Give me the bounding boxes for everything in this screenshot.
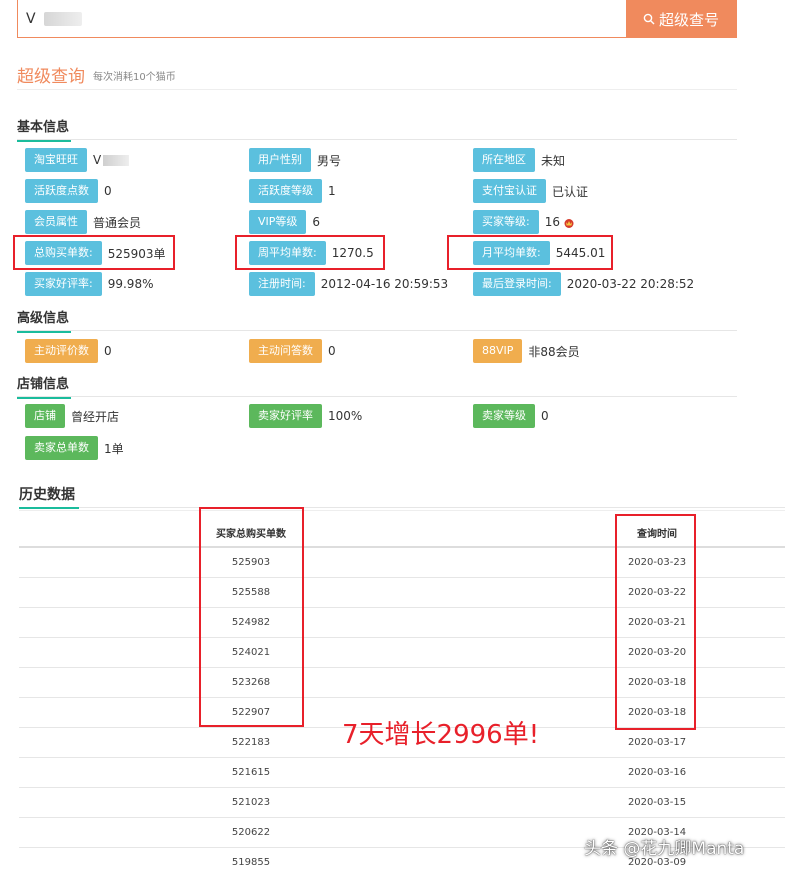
field-value: 未知 [541, 153, 566, 168]
field-value: 已认证 [552, 184, 589, 199]
cell-time: 2020-03-17 [627, 737, 687, 748]
field-value: 6 [312, 215, 321, 229]
field-label: 买家等级: [473, 210, 539, 234]
search-bar: 超级查号 [17, 0, 737, 38]
field-label: 活跃度等级 [249, 179, 322, 203]
field-value: V [93, 153, 130, 167]
section-title-history: 历史数据 [19, 485, 79, 509]
page-title: 超级查询 [17, 67, 85, 87]
field-value: 2012-04-16 20:59:53 [320, 277, 449, 291]
field-value: 曾经开店 [71, 409, 120, 424]
field-value: 99.98% [107, 277, 154, 291]
field-label: 注册时间: [249, 272, 315, 296]
page-subtitle: 每次消耗10个猫币 [93, 72, 176, 83]
highlight-monthly-avg [447, 235, 613, 270]
field-value: 1 [328, 184, 336, 198]
field-activity-points: 活跃度点数 0 [25, 179, 112, 203]
field-seller-level: 卖家等级 0 [473, 404, 549, 428]
section-title-basic: 基本信息 [17, 118, 72, 142]
search-icon [643, 13, 655, 25]
field-label: 店铺 [25, 404, 65, 428]
field-seller-total: 卖家总单数 1单 [25, 436, 124, 460]
growth-annotation: 7天增长2996单! [342, 720, 540, 750]
blurred-username [44, 12, 82, 26]
field-vip: VIP等级 6 [249, 210, 320, 234]
crown-icon [564, 218, 574, 228]
search-input[interactable] [26, 6, 606, 32]
section-advanced-info: 高级信息 [17, 307, 737, 333]
field-last-login: 最后登录时间: 2020-03-22 20:28:52 [473, 272, 694, 296]
field-value: 0 [328, 344, 336, 358]
field-label: 卖家等级 [473, 404, 535, 428]
page-header: 超级查询 每次消耗10个猫币 [17, 60, 737, 90]
field-88vip: 88VIP 非88会员 [473, 339, 580, 363]
field-label: 支付宝认证 [473, 179, 546, 203]
field-member: 会员属性 普通会员 [25, 210, 141, 234]
field-shop: 店铺 曾经开店 [25, 404, 119, 428]
field-value: 0 [104, 344, 112, 358]
watermark: 头条 @花九卿Manta [584, 839, 745, 859]
field-label: VIP等级 [249, 210, 307, 234]
blurred-value [103, 155, 130, 166]
field-label: 卖家好评率 [249, 404, 322, 428]
field-value: 男号 [317, 153, 342, 168]
cell-time: 2020-03-15 [627, 797, 687, 808]
field-active-qa: 主动问答数 0 [249, 339, 336, 363]
search-button-label: 超级查号 [658, 10, 719, 29]
table-row: 521023 2020-03-15 [19, 788, 785, 818]
field-label: 活跃度点数 [25, 179, 98, 203]
section-history: 历史数据 [19, 484, 785, 509]
field-taobao-id: 淘宝旺旺 V [25, 148, 130, 172]
cell-orders: 519855 [231, 857, 271, 868]
field-value: 0 [104, 184, 112, 198]
highlight-orders-column [199, 507, 304, 727]
field-label: 最后登录时间: [473, 272, 561, 296]
field-gender: 用户性别 男号 [249, 148, 341, 172]
table-row: 521615 2020-03-16 [19, 758, 785, 788]
field-value: 1单 [104, 441, 124, 456]
field-buyer-level: 买家等级: 16 [473, 210, 575, 234]
cell-orders: 521023 [231, 797, 271, 808]
field-good-rate: 买家好评率: 99.98% [25, 272, 153, 296]
field-alipay: 支付宝认证 已认证 [473, 179, 588, 203]
highlight-time-column [615, 514, 696, 730]
cell-orders: 521615 [231, 767, 271, 778]
field-label: 会员属性 [25, 210, 87, 234]
cell-orders: 520622 [231, 827, 271, 838]
field-value: 普通会员 [93, 215, 142, 230]
section-basic-info: 基本信息 [17, 116, 737, 142]
field-seller-rate: 卖家好评率 100% [249, 404, 362, 428]
field-activity-level: 活跃度等级 1 [249, 179, 336, 203]
field-label: 主动评价数 [25, 339, 98, 363]
field-value: 16 [545, 215, 575, 229]
field-label: 淘宝旺旺 [25, 148, 87, 172]
section-shop-info: 店铺信息 [17, 373, 737, 399]
field-label: 卖家总单数 [25, 436, 98, 460]
field-label: 88VIP [473, 339, 523, 363]
field-label: 买家好评率: [25, 272, 102, 296]
field-label: 所在地区 [473, 148, 535, 172]
field-register-time: 注册时间: 2012-04-16 20:59:53 [249, 272, 448, 296]
cell-time: 2020-03-16 [627, 767, 687, 778]
cell-orders: 522183 [231, 737, 271, 748]
field-region: 所在地区 未知 [473, 148, 565, 172]
highlight-weekly-avg [235, 235, 385, 270]
field-value: 2020-03-22 20:28:52 [566, 277, 695, 291]
section-title-advanced: 高级信息 [17, 309, 72, 333]
section-title-shop: 店铺信息 [17, 375, 72, 399]
super-search-button[interactable]: 超级查号 [626, 0, 736, 38]
field-label: 用户性别 [249, 148, 311, 172]
field-value: 0 [541, 409, 549, 423]
field-label: 主动问答数 [249, 339, 322, 363]
highlight-total-orders [13, 235, 175, 270]
page: 超级查号 超级查询 每次消耗10个猫币 基本信息 淘宝旺旺 V 用户性别 男号 … [0, 0, 789, 873]
field-value: 100% [328, 409, 363, 423]
field-active-review: 主动评价数 0 [25, 339, 112, 363]
field-value: 非88会员 [528, 344, 580, 359]
